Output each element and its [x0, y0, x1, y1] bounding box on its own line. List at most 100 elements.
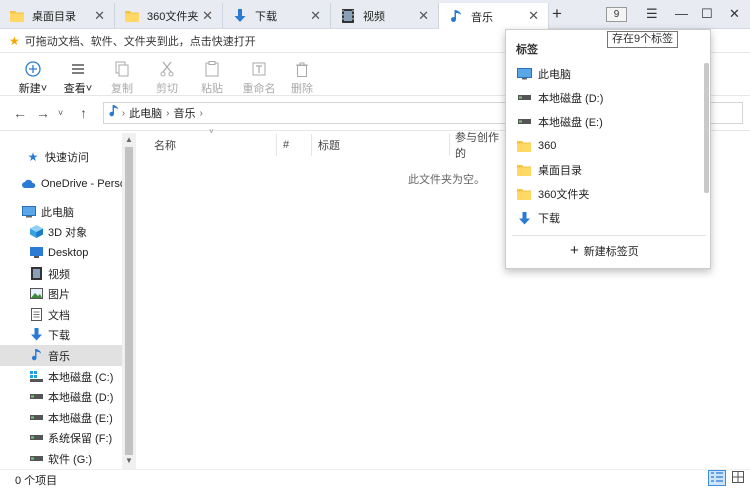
trash-icon [282, 60, 322, 78]
back-arrow-icon[interactable]: ← [13, 105, 27, 121]
navigation-pane: ★ 快速访问 OneDrive - Personal 此电脑 3D 对象 Des… [0, 133, 136, 469]
popup-item-360[interactable]: 360 [516, 136, 556, 156]
sidebar-item-this-pc[interactable]: 此电脑 [0, 201, 122, 222]
sidebar-item-label: 软件 (G:) [48, 453, 92, 466]
plus-icon: + [570, 242, 579, 259]
column-header-artists[interactable]: 参与创作的 [450, 132, 506, 160]
close-icon[interactable]: ✕ [202, 9, 213, 23]
plus-circle-icon [13, 60, 53, 78]
sidebar-item-desktop[interactable]: Desktop [0, 242, 122, 263]
popup-item-360-folder[interactable]: 360文件夹 [516, 184, 589, 204]
sidebar-item-videos[interactable]: 视频 [0, 263, 122, 284]
tab-label: 下载 [255, 11, 277, 23]
column-label: 标题 [318, 140, 340, 152]
popup-item-this-pc[interactable]: 此电脑 [516, 64, 571, 84]
music-icon [448, 9, 464, 25]
column-label: # [283, 139, 290, 151]
sidebar-item-pictures[interactable]: 图片 [0, 283, 122, 304]
sidebar-item-label: 系统保留 (F:) [48, 432, 113, 445]
popup-item-label: 下载 [538, 213, 560, 225]
sidebar-item-drive-g[interactable]: 软件 (G:) [0, 448, 122, 469]
large-icons-view-icon [732, 470, 744, 486]
tab-videos[interactable]: 视频 ✕ [331, 3, 439, 29]
copy-label: 复制 [111, 83, 133, 95]
chevron-down-icon[interactable]: ˅ [58, 108, 63, 118]
popup-item-drive-d[interactable]: 本地磁盘 (D:) [516, 88, 603, 108]
new-label: 新建˅ [18, 83, 48, 95]
minimize-icon[interactable]: — [675, 6, 688, 22]
sidebar-item-quick-access[interactable]: ★ 快速访问 [0, 146, 122, 167]
download-icon [232, 8, 248, 24]
video-icon [29, 267, 43, 281]
delete-button[interactable]: 删除 [282, 60, 322, 96]
rename-button[interactable]: 重命名 [237, 60, 281, 96]
tab-label: 桌面目录 [32, 11, 76, 23]
scissors-icon [147, 60, 187, 78]
tab-downloads[interactable]: 下载 ✕ [223, 3, 331, 29]
paste-label: 粘贴 [201, 83, 223, 95]
sidebar-item-label: 3D 对象 [48, 226, 88, 239]
tab-music[interactable]: 音乐 ✕ [439, 3, 549, 30]
close-icon[interactable]: ✕ [310, 9, 321, 23]
sidebar-item-drive-c[interactable]: 本地磁盘 (C:) [0, 366, 122, 387]
sidebar-item-drive-d[interactable]: 本地磁盘 (D:) [0, 386, 122, 407]
large-icons-view-button[interactable] [729, 470, 747, 486]
drive-icon [29, 411, 43, 425]
music-icon [29, 349, 43, 363]
paste-button[interactable]: 粘贴 [192, 60, 232, 96]
popup-item-downloads[interactable]: 下载 [516, 208, 560, 228]
new-tab-page-button[interactable]: + 新建标签页 [570, 243, 639, 259]
new-button[interactable]: 新建˅ [13, 60, 53, 96]
cube-icon [29, 225, 43, 239]
sidebar-item-music[interactable]: 音乐 [0, 345, 122, 366]
sidebar-item-documents[interactable]: 文档 [0, 304, 122, 325]
scroll-down-icon[interactable]: ▼ [125, 456, 133, 465]
close-icon[interactable]: ✕ [94, 9, 105, 23]
maximize-icon[interactable]: ☐ [701, 6, 713, 22]
menu-icon[interactable]: ☰ [646, 6, 658, 22]
drive-icon [29, 390, 43, 404]
new-tab-button[interactable]: + [552, 5, 562, 23]
breadcrumb-music[interactable]: 音乐 [173, 105, 195, 121]
sidebar-item-onedrive[interactable]: OneDrive - Personal [0, 173, 122, 194]
sidebar-item-label: 视频 [48, 268, 70, 281]
folder-icon [516, 164, 532, 176]
up-arrow-icon[interactable]: ↑ [80, 105, 87, 121]
drive-icon [29, 452, 43, 466]
copy-button[interactable]: 复制 [102, 60, 142, 96]
view-button[interactable]: 查看˅ [58, 60, 98, 96]
breadcrumb-separator[interactable]: › [199, 108, 202, 119]
popup-item-desktop-dir[interactable]: 桌面目录 [516, 160, 582, 180]
column-header-name[interactable]: 名称 [136, 134, 277, 156]
breadcrumb-separator[interactable]: › [166, 108, 169, 119]
sidebar-scrollbar[interactable]: ▲ ▼ [122, 133, 136, 469]
tab-desktop-dir[interactable]: 桌面目录 ✕ [0, 3, 115, 29]
tab-360-folder[interactable]: 360文件夹 ✕ [115, 3, 223, 29]
sidebar-item-3d-objects[interactable]: 3D 对象 [0, 221, 122, 242]
sidebar-item-downloads[interactable]: 下载 [0, 324, 122, 345]
breadcrumb-separator[interactable]: › [119, 108, 125, 119]
forward-arrow-icon[interactable]: → [36, 105, 50, 121]
sidebar-item-drive-f[interactable]: 系统保留 (F:) [0, 427, 122, 448]
sidebar-item-label: 本地磁盘 (D:) [48, 391, 114, 404]
list-icon [58, 60, 98, 78]
scrollbar-thumb[interactable] [125, 147, 133, 455]
popup-item-label: 360文件夹 [538, 189, 590, 201]
close-window-icon[interactable]: ✕ [729, 6, 740, 22]
tab-label: 360文件夹 [147, 11, 199, 23]
drive-icon [29, 431, 43, 445]
sidebar-item-label: 此电脑 [41, 206, 74, 219]
popup-scrollbar[interactable] [704, 63, 709, 193]
close-icon[interactable]: ✕ [418, 9, 429, 23]
column-header-number[interactable]: # [277, 134, 312, 156]
close-icon[interactable]: ✕ [528, 9, 539, 23]
cut-button[interactable]: 剪切 [147, 60, 187, 96]
breadcrumb-this-pc[interactable]: 此电脑 [129, 105, 162, 121]
sidebar-item-drive-e[interactable]: 本地磁盘 (E:) [0, 407, 122, 428]
details-view-button[interactable] [708, 470, 726, 486]
scroll-up-icon[interactable]: ▲ [125, 135, 133, 144]
video-icon [340, 8, 356, 24]
column-header-title[interactable]: 标题 [312, 134, 450, 156]
tab-count-badge[interactable]: 9 [606, 7, 627, 22]
popup-item-drive-e[interactable]: 本地磁盘 (E:) [516, 112, 603, 132]
